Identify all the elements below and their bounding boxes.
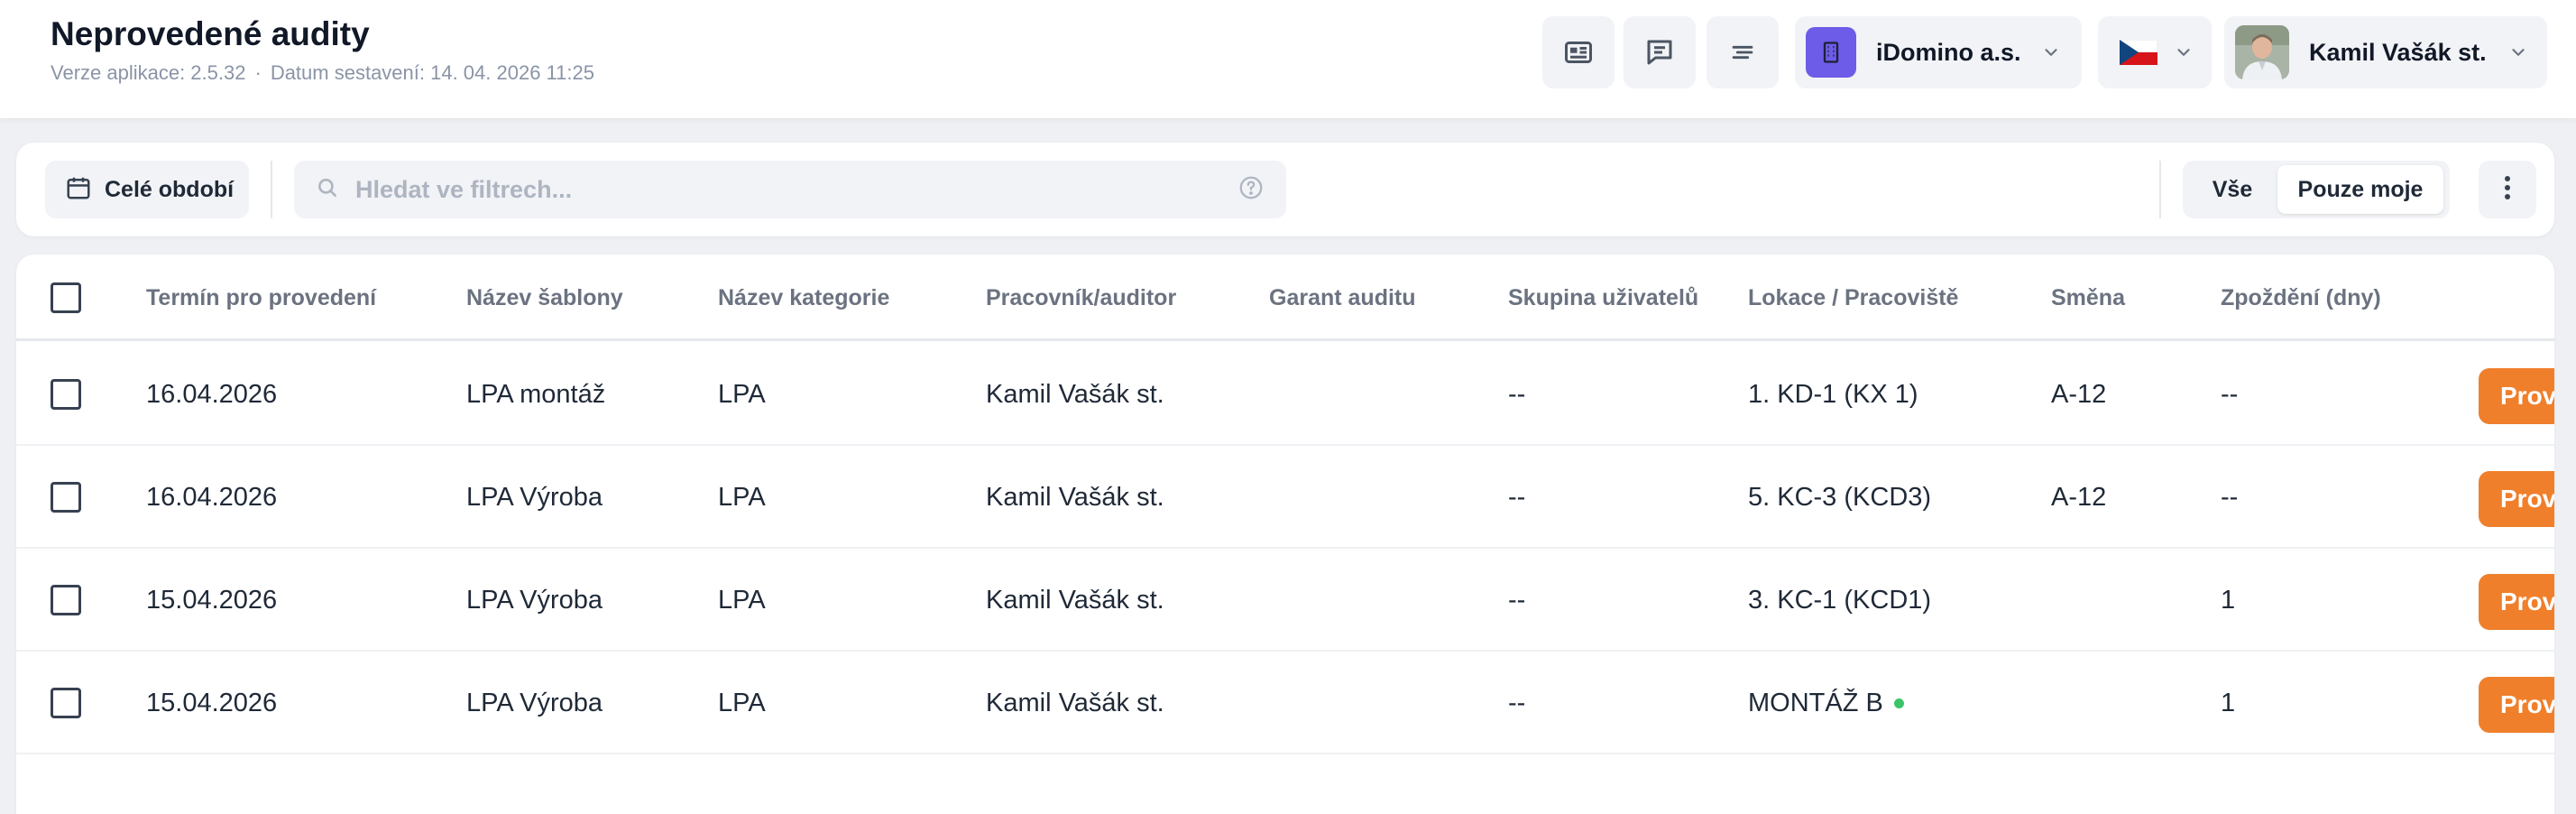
column-header-shift[interactable]: Směna [2051,254,2125,341]
column-header-deadline[interactable]: Termín pro provedení [146,254,376,341]
kebab-menu-icon [2504,175,2511,205]
cell-delay: -- [2221,482,2239,512]
row-checkbox[interactable] [51,379,81,410]
toolbar-divider [2159,161,2161,218]
cell-location: MONTÁŽ B [1748,652,1904,754]
select-all-checkbox[interactable] [51,282,81,313]
search-bar [294,161,1286,218]
cell-delay: 1 [2221,585,2236,615]
cell-delay: 1 [2221,688,2236,717]
cell-shift: A-12 [2051,379,2107,409]
cell-user-group: -- [1508,688,1526,717]
comments-button[interactable] [1624,16,1696,88]
cell-template: LPA montáž [466,379,606,409]
cell-category: LPA [718,482,766,512]
perform-audit-button[interactable]: Provést [2479,574,2554,630]
language-selector[interactable] [2098,16,2212,88]
cell-location: 1. KD-1 (KX 1) [1748,379,1918,409]
cell-location: 5. KC-3 (KCD3) [1748,482,1932,512]
search-input[interactable] [355,175,1237,204]
table-row[interactable]: 16.04.2026 LPA montáž LPA Kamil Vašák st… [16,343,2554,446]
app-meta: Verze aplikace: 2.5.32 · Datum sestavení: … [51,61,594,85]
table-row[interactable]: 15.04.2026 LPA Výroba LPA Kamil Vašák st… [16,549,2554,652]
cell-delay: -- [2221,379,2239,409]
chevron-down-icon [2508,42,2528,62]
cell-template: LPA Výroba [466,482,603,512]
cell-auditor: Kamil Vašák st. [986,688,1164,717]
table-row[interactable]: 15.04.2026 LPA Výroba LPA Kamil Vašák st… [16,652,2554,754]
cell-deadline: 15.04.2026 [146,585,278,615]
period-button[interactable]: Celé období [45,161,249,218]
period-label: Celé období [105,176,235,202]
column-header-category[interactable]: Název kategorie [718,254,889,341]
building-icon [1806,27,1856,78]
company-selector[interactable]: iDomino a.s. [1795,16,2082,88]
app-header: Neprovedené audity Verze aplikace: 2.5.3… [0,0,2576,118]
cell-auditor: Kamil Vašák st. [986,585,1164,615]
cell-user-group: -- [1508,379,1526,409]
cell-deadline: 15.04.2026 [146,688,278,717]
search-icon [316,176,339,204]
news-icon [1562,36,1595,69]
filter-all-option[interactable]: Vše [2187,165,2277,214]
app-version: Verze aplikace: 2.5.32 [51,61,246,84]
sort-lines-icon [1727,37,1758,68]
page-title: Neprovedené audity [51,15,370,52]
status-dot [1893,698,1904,708]
cell-user-group: -- [1508,482,1526,512]
cell-user-group: -- [1508,585,1526,615]
cell-auditor: Kamil Vašák st. [986,379,1164,409]
column-header-auditor[interactable]: Pracovník/auditor [986,254,1176,341]
column-header-user-group[interactable]: Skupina uživatelů [1508,254,1698,341]
cell-category: LPA [718,585,766,615]
column-header-template[interactable]: Název šablony [466,254,623,341]
company-name: iDomino a.s. [1876,38,2021,66]
more-options-button[interactable] [2479,161,2536,218]
cell-category: LPA [718,688,766,717]
cell-auditor: Kamil Vašák st. [986,482,1164,512]
cell-template: LPA Výroba [466,585,603,615]
perform-audit-button[interactable]: Provést [2479,471,2554,527]
chevron-down-icon [2041,42,2061,62]
meta-separator: · [254,61,262,84]
table-header: Termín pro provedení Název šablony Název… [16,254,2554,341]
perform-audit-button[interactable]: Provést [2479,677,2554,733]
calendar-icon [65,174,92,206]
column-header-delay[interactable]: Zpoždění (dny) [2221,254,2381,341]
avatar [2235,25,2289,79]
cell-category: LPA [718,379,766,409]
ownership-filter: Vše Pouze moje [2183,161,2450,218]
row-checkbox[interactable] [51,482,81,513]
row-checkbox[interactable] [51,585,81,615]
filter-mine-option[interactable]: Pouze moje [2277,165,2443,214]
table-row[interactable]: 16.04.2026 LPA Výroba LPA Kamil Vašák st… [16,446,2554,549]
user-name: Kamil Vašák st. [2309,38,2487,66]
chevron-down-icon [2174,42,2194,62]
toolbar-divider [271,161,272,218]
cell-template: LPA Výroba [466,688,603,717]
cell-location: 3. KC-1 (KCD1) [1748,585,1932,615]
user-menu[interactable]: Kamil Vašák st. [2224,16,2547,88]
cell-deadline: 16.04.2026 [146,482,278,512]
audits-table: Termín pro provedení Název šablony Název… [16,254,2554,814]
filter-toolbar: Celé období Vše Pouze moje [16,143,2554,236]
help-icon[interactable] [1237,174,1265,206]
location-label: MONTÁŽ B [1748,688,1883,717]
news-button[interactable] [1542,16,1615,88]
czech-flag-icon [2120,40,2157,65]
column-header-location[interactable]: Lokace / Pracoviště [1748,254,1958,341]
comments-icon [1643,36,1676,69]
sort-lines-button[interactable] [1707,16,1779,88]
cell-deadline: 16.04.2026 [146,379,278,409]
column-header-guarantor[interactable]: Garant auditu [1269,254,1416,341]
perform-audit-button[interactable]: Provést [2479,368,2554,424]
row-checkbox[interactable] [51,688,81,718]
build-date: Datum sestavení: 14. 04. 2026 11:25 [270,61,594,84]
cell-shift: A-12 [2051,482,2107,512]
